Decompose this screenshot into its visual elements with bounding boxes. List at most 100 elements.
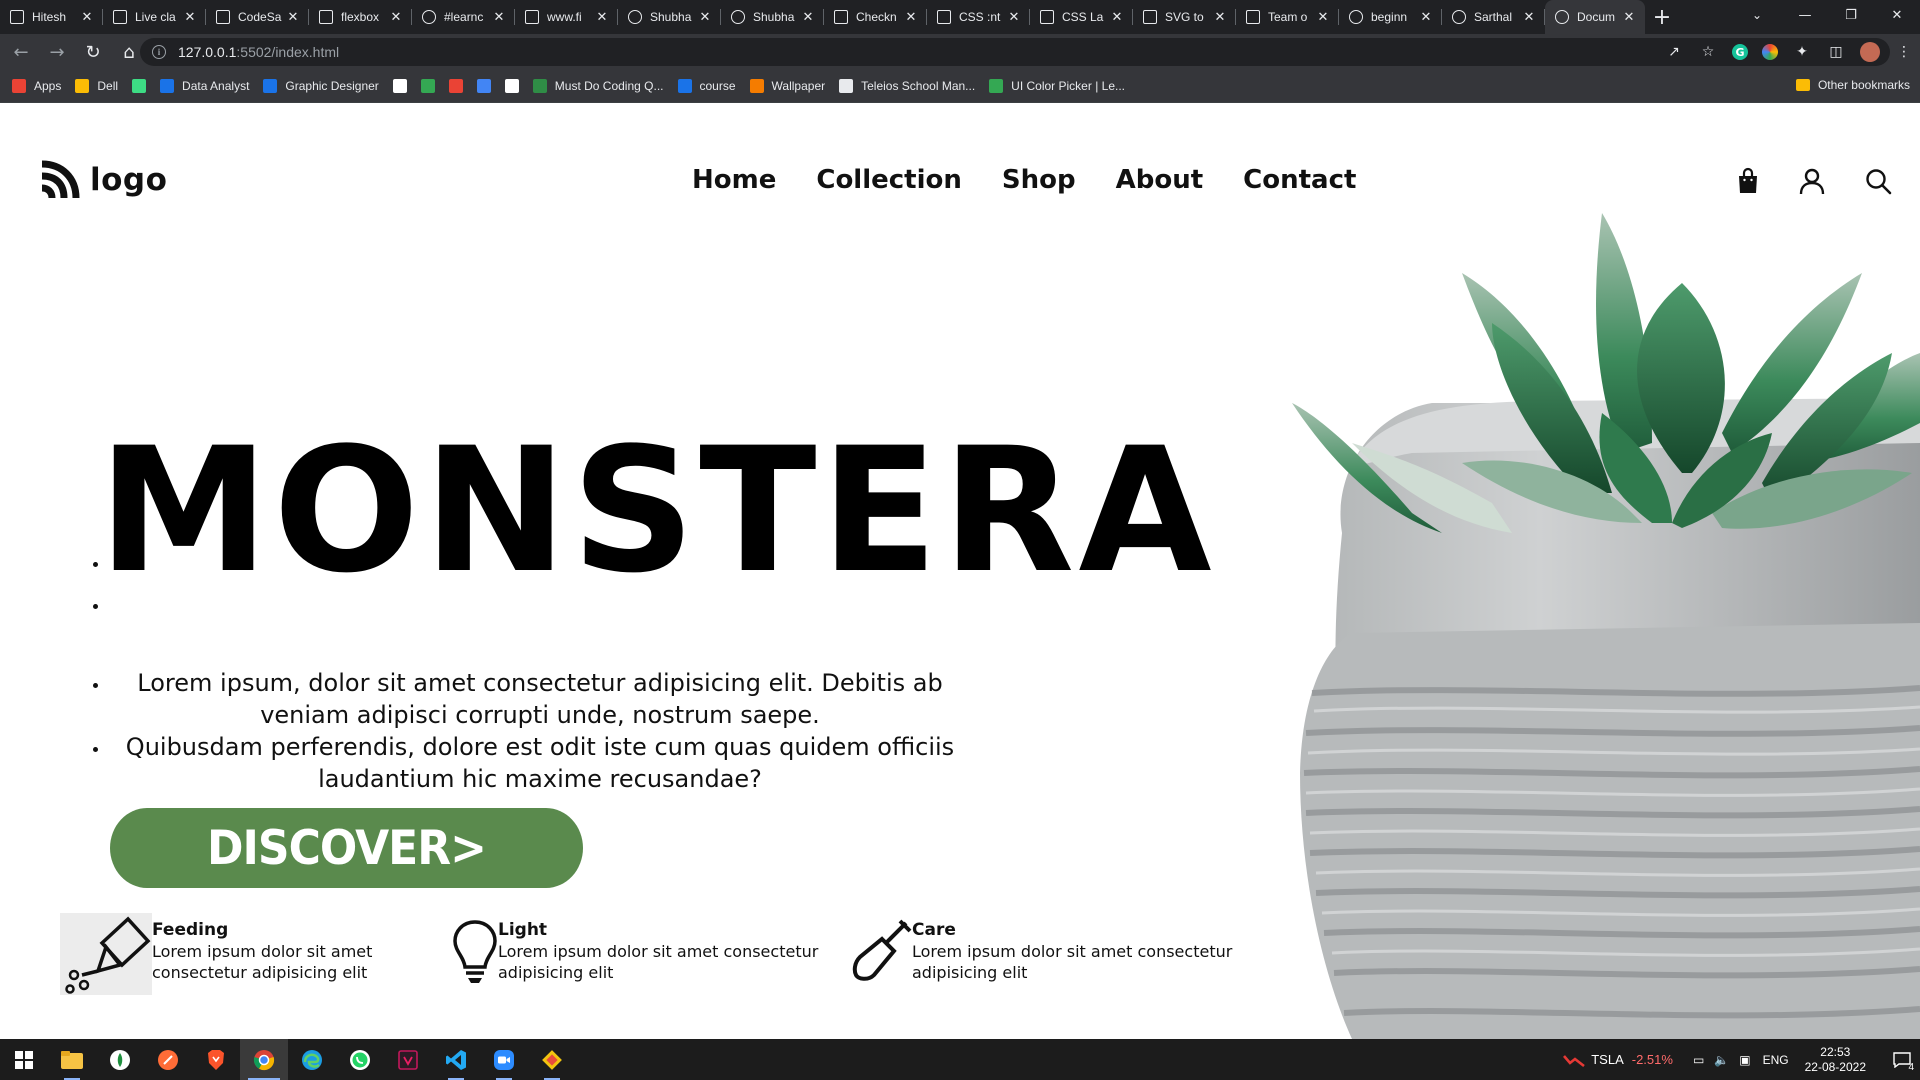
chrome-menu-icon[interactable]: ⋮ [1894, 42, 1914, 62]
search-icon[interactable] [1864, 167, 1892, 195]
bookmark-item[interactable] [392, 79, 407, 93]
bookmark-item[interactable] [132, 79, 147, 93]
edge-icon[interactable] [288, 1039, 336, 1080]
tab-close-icon[interactable]: ✕ [491, 10, 507, 25]
tab-close-icon[interactable]: ✕ [1521, 10, 1537, 25]
tab-search-icon[interactable]: ⌄ [1740, 0, 1774, 30]
tab-close-icon[interactable]: ✕ [388, 10, 404, 25]
bookmark-star-icon[interactable]: ☆ [1698, 42, 1718, 62]
share-icon[interactable]: ↗ [1664, 42, 1684, 62]
zoom-icon[interactable] [480, 1039, 528, 1080]
tab[interactable]: #learnc ✕ [412, 0, 515, 34]
tab-close-icon[interactable]: ✕ [79, 10, 95, 25]
address-bar[interactable]: i 127.0.0.1:5502/index.html [140, 38, 1890, 66]
forward-icon[interactable]: → [42, 37, 72, 67]
bookmark-item[interactable]: course [677, 79, 736, 93]
tab[interactable]: CSS La ✕ [1030, 0, 1133, 34]
network-icon[interactable]: ▣ [1739, 1053, 1750, 1067]
bookmark-item[interactable] [448, 79, 463, 93]
tab-close-icon[interactable]: ✕ [697, 10, 713, 25]
volume-icon[interactable]: 🔈 [1714, 1053, 1729, 1067]
tab-close-icon[interactable]: ✕ [182, 10, 198, 25]
tab-close-icon[interactable]: ✕ [1315, 10, 1331, 25]
git-icon[interactable] [528, 1039, 576, 1080]
bookmark-item[interactable]: Dell [75, 79, 118, 93]
tab[interactable]: Shubha ✕ [721, 0, 824, 34]
tab-title: Shubha [650, 10, 692, 24]
color-picker-extension-icon[interactable] [1762, 44, 1778, 60]
brave-icon[interactable] [192, 1039, 240, 1080]
tab-close-icon[interactable]: ✕ [594, 10, 610, 25]
tab[interactable]: Live cla ✕ [103, 0, 206, 34]
site-info-icon[interactable]: i [152, 45, 166, 59]
bookmark-item[interactable]: Graphic Designer [263, 79, 379, 93]
stock-widget[interactable]: TSLA -2.51% [1563, 1052, 1673, 1067]
nav-about[interactable]: About [1116, 165, 1204, 195]
notification-center-icon[interactable]: 4 [1884, 1039, 1920, 1080]
tab-close-icon[interactable]: ✕ [800, 10, 816, 25]
bookmark-item[interactable]: Must Do Coding Q... [532, 79, 664, 93]
site-logo[interactable]: logo [38, 158, 167, 202]
bookmark-item[interactable]: Apps [12, 79, 61, 93]
language-indicator[interactable]: ENG [1763, 1053, 1789, 1067]
tab-active[interactable]: Docum ✕ [1545, 0, 1645, 34]
app-green-icon[interactable] [96, 1039, 144, 1080]
bookmark-item[interactable] [476, 79, 491, 93]
tab-close-icon[interactable]: ✕ [1212, 10, 1228, 25]
extensions-puzzle-icon[interactable]: ✦ [1792, 42, 1812, 62]
reload-icon[interactable]: ↻ [78, 37, 108, 67]
tab[interactable]: beginn ✕ [1339, 0, 1442, 34]
postman-icon[interactable] [144, 1039, 192, 1080]
tablet-mode-icon[interactable]: ▭ [1693, 1053, 1704, 1067]
profile-avatar[interactable] [1860, 42, 1880, 62]
vectr-icon[interactable] [384, 1039, 432, 1080]
nav-contact[interactable]: Contact [1243, 165, 1356, 195]
back-icon[interactable]: ← [6, 37, 36, 67]
shopping-bag-icon[interactable] [1736, 167, 1760, 195]
minimize-icon[interactable]: — [1782, 0, 1828, 30]
tab[interactable]: Sarthal ✕ [1442, 0, 1545, 34]
other-bookmarks[interactable]: Other bookmarks [1795, 78, 1910, 92]
side-panel-icon[interactable]: ◫ [1826, 42, 1846, 62]
tab-close-icon[interactable]: ✕ [1621, 10, 1637, 25]
tab[interactable]: flexbox ✕ [309, 0, 412, 34]
tab[interactable]: Hitesh ✕ [0, 0, 103, 34]
nav-collection[interactable]: Collection [816, 165, 962, 195]
bookmark-item[interactable]: Wallpaper [749, 79, 825, 93]
tab-close-icon[interactable]: ✕ [285, 10, 301, 25]
restore-icon[interactable]: ❐ [1828, 0, 1874, 30]
header-icons [1736, 167, 1892, 195]
windows-start-icon[interactable] [0, 1039, 48, 1080]
file-explorer-icon[interactable] [48, 1039, 96, 1080]
whatsapp-icon[interactable] [336, 1039, 384, 1080]
bookmark-item[interactable]: Teleios School Man... [839, 79, 975, 93]
tab-title: SVG to [1165, 10, 1204, 24]
tab-close-icon[interactable]: ✕ [1109, 10, 1125, 25]
bookmark-item[interactable]: UI Color Picker | Le... [989, 79, 1125, 93]
vscode-icon[interactable] [432, 1039, 480, 1080]
new-tab-button[interactable]: + [1645, 0, 1679, 34]
nav-home[interactable]: Home [692, 165, 776, 195]
tab-close-icon[interactable]: ✕ [903, 10, 919, 25]
user-icon[interactable] [1798, 167, 1826, 195]
hero-paragraph-1: Lorem ipsum, dolor sit amet consectetur … [137, 669, 943, 729]
tab[interactable]: SVG to ✕ [1133, 0, 1236, 34]
tab[interactable]: CodeSa ✕ [206, 0, 309, 34]
bookmark-item[interactable] [504, 79, 519, 93]
tab[interactable]: www.fi ✕ [515, 0, 618, 34]
url-text[interactable]: 127.0.0.1:5502/index.html [178, 44, 339, 60]
grammarly-extension-icon[interactable]: G [1732, 44, 1748, 60]
chrome-icon[interactable] [240, 1039, 288, 1080]
nav-shop[interactable]: Shop [1002, 165, 1076, 195]
clock[interactable]: 22:53 22-08-2022 [1805, 1045, 1866, 1075]
bookmark-item[interactable] [420, 79, 435, 93]
tab[interactable]: Team o ✕ [1236, 0, 1339, 34]
tab[interactable]: Shubha ✕ [618, 0, 721, 34]
close-window-icon[interactable]: ✕ [1874, 0, 1920, 30]
tab-close-icon[interactable]: ✕ [1418, 10, 1434, 25]
discover-button[interactable]: DISCOVER> [110, 808, 583, 888]
tab[interactable]: CSS :nt ✕ [927, 0, 1030, 34]
tab[interactable]: Checkn ✕ [824, 0, 927, 34]
tab-close-icon[interactable]: ✕ [1006, 10, 1022, 25]
bookmark-item[interactable]: Data Analyst [160, 79, 249, 93]
